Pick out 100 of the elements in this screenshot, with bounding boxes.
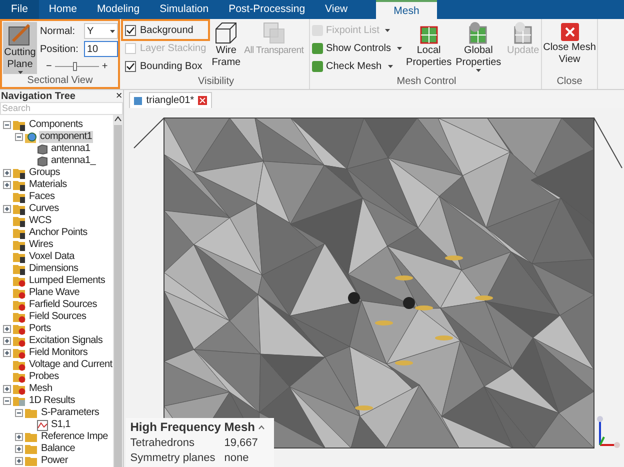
collapse-toggle[interactable] xyxy=(15,133,23,141)
position-slider[interactable] xyxy=(54,62,99,71)
ribbon-tab[interactable]: Home xyxy=(38,0,87,19)
position-label: Position: xyxy=(40,42,80,56)
tree-item[interactable]: Wires xyxy=(28,239,54,251)
tree-item[interactable]: Ports xyxy=(28,323,52,335)
close-icon[interactable] xyxy=(198,96,208,105)
axes-icon xyxy=(594,415,620,451)
tree-item[interactable]: Mesh xyxy=(28,383,54,395)
group-label: Sectional View xyxy=(26,75,94,87)
info-value: none xyxy=(224,451,249,466)
scrollbar[interactable] xyxy=(113,115,124,467)
tree-item[interactable]: Plane Wave xyxy=(28,287,81,299)
expand-toggle[interactable] xyxy=(3,205,11,213)
cutting-plane-icon xyxy=(7,23,33,47)
panel-title: Navigation Tree xyxy=(1,90,76,104)
collapse-toggle[interactable] xyxy=(3,121,11,129)
plot-icon xyxy=(37,420,48,430)
tree-item[interactable]: Power xyxy=(40,455,69,467)
caret-icon xyxy=(388,64,393,68)
collapse-toggle[interactable] xyxy=(3,397,11,405)
tree-item[interactable]: Farfield Sources xyxy=(28,299,98,311)
tree-item[interactable]: Field Monitors xyxy=(28,347,89,359)
tree-item[interactable]: Lumped Elements xyxy=(28,275,106,287)
tree-item[interactable]: Field Sources xyxy=(28,311,88,323)
slider-thumb[interactable] xyxy=(72,62,77,71)
checkbox[interactable]: Background xyxy=(123,21,208,39)
tree-item[interactable]: antenna1_ xyxy=(50,155,97,167)
tree-item[interactable]: WCS xyxy=(28,215,52,227)
caret-icon xyxy=(476,69,481,72)
ribbon-tab[interactable]: Simulation xyxy=(150,0,219,19)
expand-toggle[interactable] xyxy=(3,337,11,345)
tree-item[interactable]: Curves xyxy=(28,203,60,215)
expand-toggle[interactable] xyxy=(3,325,11,333)
mesh-properties-button[interactable]: Local Properties xyxy=(406,21,452,76)
file-menu[interactable]: File xyxy=(0,0,39,19)
slider-minus[interactable]: − xyxy=(46,59,52,74)
checkmark-icon xyxy=(126,26,135,34)
folder-icon xyxy=(25,408,38,418)
expand-toggle[interactable] xyxy=(3,181,11,189)
expand-toggle[interactable] xyxy=(15,457,23,465)
collapse-toggle[interactable] xyxy=(15,409,23,417)
ribbon-tab[interactable]: View xyxy=(315,0,358,19)
tree-item[interactable]: S-Parameters xyxy=(40,407,100,419)
tree-item[interactable]: Anchor Points xyxy=(28,227,88,239)
caret-icon xyxy=(397,46,402,50)
close-mesh-view-button[interactable]: Close Mesh View xyxy=(542,19,597,76)
ribbon-tab[interactable]: Modeling xyxy=(86,0,150,19)
normal-dropdown[interactable]: Y xyxy=(84,23,118,39)
caret-icon xyxy=(110,30,115,32)
group-label: Mesh Control xyxy=(396,76,458,89)
expand-toggle[interactable] xyxy=(3,349,11,357)
mesh-tool-icon xyxy=(312,60,323,72)
scroll-up-icon[interactable] xyxy=(114,115,122,123)
mesh-tool-button[interactable]: Show Controls xyxy=(312,39,402,57)
close-icon xyxy=(560,22,580,42)
tree-item[interactable]: Components xyxy=(28,119,84,131)
document-tab[interactable]: triangle01* xyxy=(129,92,212,108)
cube-icon xyxy=(37,156,48,166)
tree-item[interactable]: component1 xyxy=(39,131,94,143)
cutting-plane-button[interactable]: Cutting Plane xyxy=(3,22,37,74)
tree-item[interactable]: Materials xyxy=(28,179,68,191)
info-label: Symmetry planes xyxy=(130,451,216,466)
tree-item[interactable]: S1,1 xyxy=(50,419,72,431)
tree-item[interactable]: Reference Impe xyxy=(40,431,109,443)
wire-frame-button[interactable]: Wire Frame xyxy=(211,21,242,76)
group-label: Visibility xyxy=(197,76,235,89)
normal-label: Normal: xyxy=(40,24,76,38)
tree-item[interactable]: Probes xyxy=(28,371,60,383)
checkmark-icon xyxy=(126,62,135,70)
tree-item[interactable]: antenna1 xyxy=(50,143,92,155)
folder-icon xyxy=(25,456,38,466)
tree-item[interactable]: Faces xyxy=(28,191,56,203)
tree-item[interactable]: Groups xyxy=(28,167,61,179)
search-field[interactable]: Search xyxy=(0,102,124,115)
ribbon-tab[interactable]: Mesh xyxy=(376,0,438,19)
tree-item[interactable]: 1D Results xyxy=(28,395,76,407)
info-label: Tetrahedrons xyxy=(130,436,196,451)
ribbon-tab[interactable]: Post-Processing xyxy=(218,0,316,19)
expand-toggle[interactable] xyxy=(15,433,23,441)
tree-item[interactable]: Voltage and Current xyxy=(28,359,114,371)
mesh-tool-button[interactable]: Check Mesh xyxy=(312,57,402,75)
tree-item[interactable]: Voxel Data xyxy=(28,251,76,263)
position-field[interactable]: 10 xyxy=(84,41,118,57)
group-label: Close xyxy=(556,76,584,89)
slider-plus[interactable]: + xyxy=(102,59,108,74)
checkbox[interactable]: Bounding Box xyxy=(123,57,208,75)
mesh-properties-button[interactable]: Global Properties xyxy=(456,21,502,76)
collapse-icon[interactable] xyxy=(258,424,265,430)
component-icon xyxy=(25,132,37,142)
tree-item[interactable]: Balance xyxy=(40,443,76,455)
close-button[interactable]: × xyxy=(116,90,122,102)
mesh-tool-icon xyxy=(312,42,323,54)
info-value: 19,667 xyxy=(224,436,258,451)
expand-toggle[interactable] xyxy=(15,445,23,453)
expand-toggle[interactable] xyxy=(3,169,11,177)
tree-item[interactable]: Excitation Signals xyxy=(28,335,104,347)
expand-toggle[interactable] xyxy=(3,385,11,393)
tree-item[interactable]: Dimensions xyxy=(28,263,80,275)
viewport[interactable]: High Frequency Mesh Tetrahedrons 19,667 Symmetry planes none xyxy=(124,108,624,467)
